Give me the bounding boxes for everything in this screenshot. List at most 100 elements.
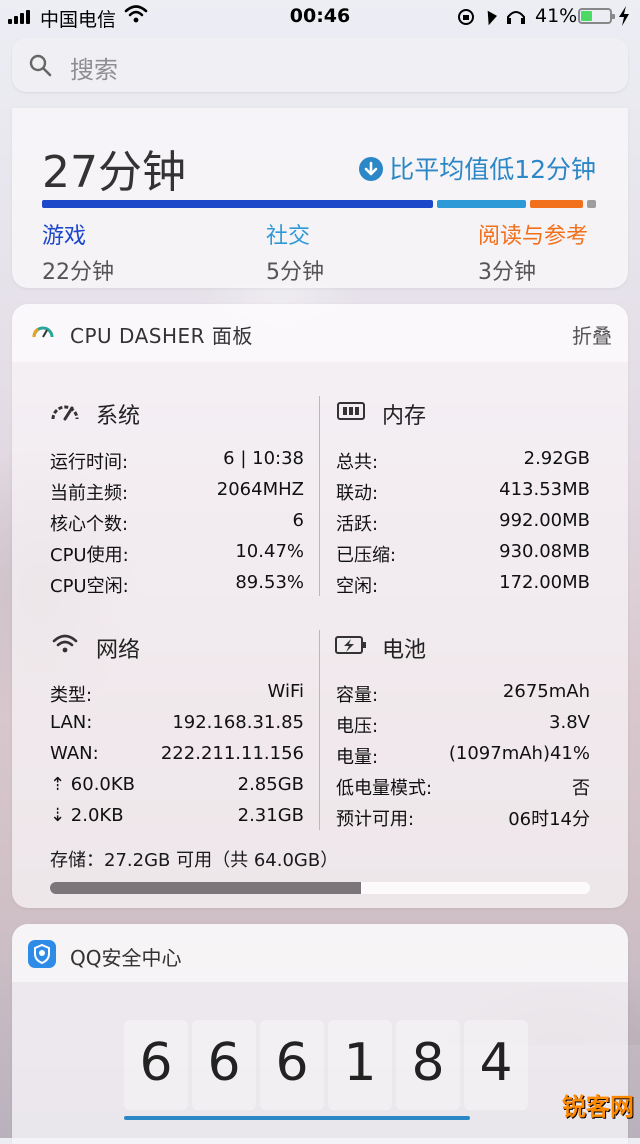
memory-row-label: 总共: bbox=[336, 452, 379, 473]
category-games: 游戏 22分钟 bbox=[42, 218, 114, 286]
network-row-value: 222.211.11.156 bbox=[160, 743, 304, 764]
memory-row-label: 联动: bbox=[336, 483, 379, 504]
battery-row-label: 电量: bbox=[336, 747, 379, 768]
widget-title: QQ安全中心 bbox=[70, 946, 182, 970]
search-icon bbox=[29, 54, 52, 77]
memory-title: 内存 bbox=[382, 404, 427, 429]
system-row-value: 6 | 10:38 bbox=[223, 448, 304, 469]
battery-row-label: 低电量模式: bbox=[336, 778, 433, 799]
battery-icon bbox=[578, 8, 615, 24]
network-row-value: 192.168.31.85 bbox=[172, 712, 304, 733]
usage-segment bbox=[436, 200, 526, 208]
code-digit: 6 bbox=[260, 1020, 324, 1110]
network-row-label: ⇣ 2.0KB bbox=[50, 805, 124, 826]
divider bbox=[319, 396, 320, 596]
memory-row-label: 已压缩: bbox=[336, 545, 397, 566]
memory-row: 总共: 2.92GB bbox=[336, 448, 590, 476]
category-social: 社交 5分钟 bbox=[266, 218, 324, 286]
battery-row-value: 06时14分 bbox=[508, 809, 590, 830]
screen-time-widget[interactable]: 27分钟 比平均值低12分钟 游戏 22分钟 社交 5分钟 阅读与参考 3分钟 bbox=[12, 108, 628, 288]
search-placeholder: 搜索 bbox=[70, 56, 118, 84]
battery-title: 电池 bbox=[382, 638, 427, 663]
memory-row-value: 992.00MB bbox=[499, 510, 590, 531]
widget-header: CPU DASHER 面板 折叠 bbox=[12, 304, 628, 362]
network-row: 类型: WiFi bbox=[50, 681, 304, 709]
usage-segment bbox=[42, 200, 433, 208]
memory-row: 活跃: 992.00MB bbox=[336, 510, 590, 538]
memory-row-label: 活跃: bbox=[336, 514, 379, 535]
qq-security-widget[interactable]: QQ安全中心 666184 bbox=[12, 924, 628, 1144]
system-row-value: 6 bbox=[292, 510, 304, 531]
charging-bolt-icon bbox=[619, 6, 629, 26]
category-reading: 阅读与参考 3分钟 bbox=[478, 218, 588, 286]
system-row: 核心个数: 6 bbox=[50, 510, 304, 538]
qq-security-logo-icon bbox=[28, 940, 56, 968]
system-row-label: CPU空闲: bbox=[50, 576, 129, 597]
memory-row: 联动: 413.53MB bbox=[336, 479, 590, 507]
category-time: 22分钟 bbox=[42, 260, 114, 285]
code-digit: 6 bbox=[192, 1020, 256, 1110]
compare-label: 比平均值低12分钟 bbox=[389, 155, 596, 184]
category-name: 游戏 bbox=[42, 224, 87, 249]
battery-row-value: 3.8V bbox=[549, 712, 590, 733]
category-time: 3分钟 bbox=[478, 260, 536, 285]
battery-row: 低电量模式: 否 bbox=[336, 774, 590, 802]
system-title: 系统 bbox=[96, 404, 141, 429]
system-row-value: 89.53% bbox=[235, 572, 304, 593]
category-name: 阅读与参考 bbox=[478, 224, 589, 249]
battery-row-label: 容量: bbox=[336, 685, 379, 706]
category-name: 社交 bbox=[266, 224, 311, 249]
status-bar: 中国电信 00:46 41% bbox=[0, 0, 640, 34]
battery-row-label: 电压: bbox=[336, 716, 379, 737]
memory-row: 空闲: 172.00MB bbox=[336, 572, 590, 600]
system-row: 当前主频: 2064MHZ bbox=[50, 479, 304, 507]
network-row: ⇡ 60.0KB 2.85GB bbox=[50, 774, 304, 802]
widget-title: CPU DASHER 面板 bbox=[70, 324, 253, 348]
headphones-icon bbox=[507, 11, 525, 24]
battery-charging-icon bbox=[335, 636, 366, 654]
usage-segment bbox=[587, 200, 596, 208]
memory-row-label: 空闲: bbox=[336, 576, 379, 597]
progress-underline bbox=[124, 1116, 470, 1120]
system-row-label: CPU使用: bbox=[50, 545, 129, 566]
widget-header: QQ安全中心 bbox=[12, 924, 628, 982]
code-digit: 8 bbox=[396, 1020, 460, 1110]
network-row: WAN: 222.211.11.156 bbox=[50, 743, 304, 771]
battery-row-value: (1097mAh)41% bbox=[448, 743, 590, 764]
network-row: LAN: 192.168.31.85 bbox=[50, 712, 304, 740]
location-icon bbox=[487, 10, 497, 26]
battery-row: 容量: 2675mAh bbox=[336, 681, 590, 709]
arrow-down-circle-icon bbox=[359, 157, 384, 181]
cpu-dasher-widget: CPU DASHER 面板 折叠 系统 内存 网络 电池 存储：27.2GB 可… bbox=[12, 304, 628, 908]
battery-row: 预计可用: 06时14分 bbox=[336, 805, 590, 833]
battery-row-value: 否 bbox=[572, 778, 590, 799]
memory-chip-icon bbox=[337, 402, 365, 420]
network-row-value: 2.85GB bbox=[237, 774, 304, 795]
system-row-label: 运行时间: bbox=[50, 452, 129, 473]
memory-row-value: 930.08MB bbox=[499, 541, 590, 562]
storage-label: 存储：27.2GB 可用（共 64.0GB） bbox=[50, 850, 339, 871]
network-row: ⇣ 2.0KB 2.31GB bbox=[50, 805, 304, 833]
orientation-lock-icon bbox=[458, 9, 474, 25]
storage-bar bbox=[50, 882, 590, 894]
code-digit: 1 bbox=[328, 1020, 392, 1110]
battery-row: 电压: 3.8V bbox=[336, 712, 590, 740]
code-digit: 4 bbox=[464, 1020, 528, 1110]
battery-row: 电量: (1097mAh)41% bbox=[336, 743, 590, 771]
system-row-value: 10.47% bbox=[235, 541, 304, 562]
system-row: CPU使用: 10.47% bbox=[50, 541, 304, 569]
storage-used-fill bbox=[50, 882, 361, 894]
network-row-label: LAN: bbox=[50, 712, 93, 733]
battery-percent: 41% bbox=[535, 5, 578, 27]
watermark-logo: 锐客网 bbox=[562, 1093, 634, 1121]
fold-button[interactable]: 折叠 bbox=[572, 320, 612, 349]
screen-time-bar bbox=[42, 200, 596, 208]
divider bbox=[319, 630, 320, 830]
gauge-logo-icon bbox=[32, 326, 54, 338]
system-row-value: 2064MHZ bbox=[216, 479, 304, 500]
search-bar[interactable]: 搜索 bbox=[12, 38, 628, 92]
battery-row-label: 预计可用: bbox=[336, 809, 415, 830]
wifi-icon bbox=[52, 634, 78, 653]
verification-code: 666184 bbox=[124, 1020, 528, 1110]
network-row-label: 类型: bbox=[50, 685, 93, 706]
